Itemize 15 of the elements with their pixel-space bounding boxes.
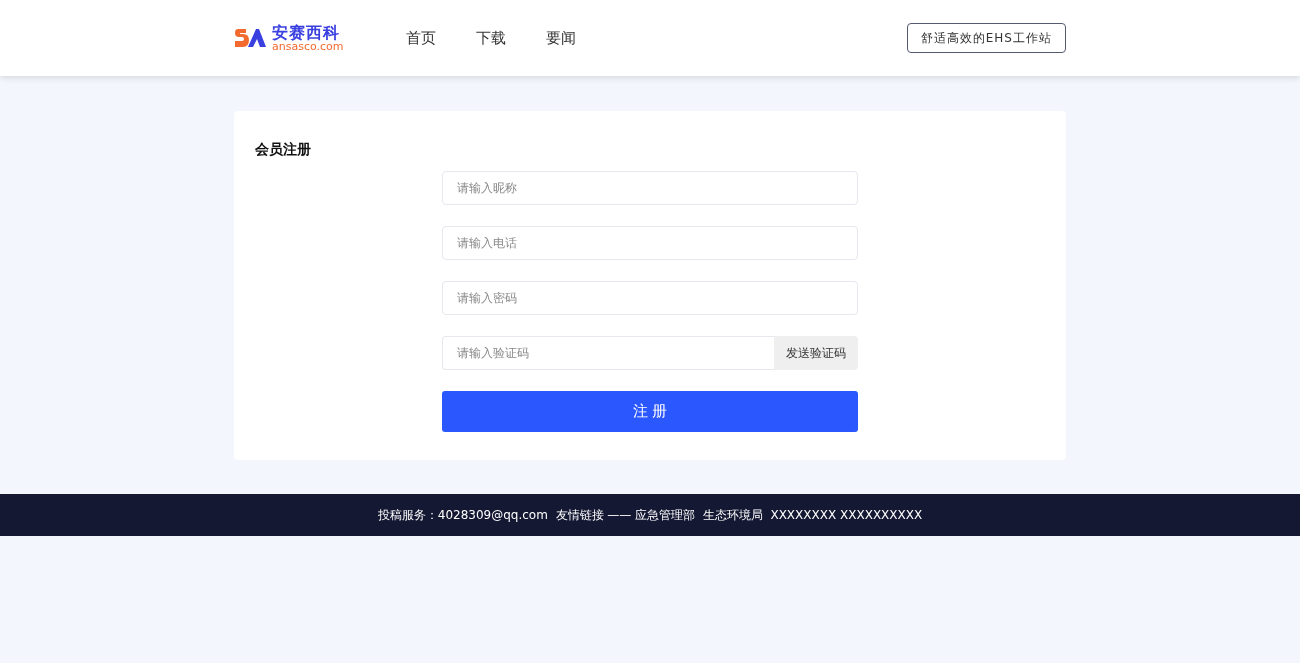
password-field[interactable]: 请输入密码 bbox=[442, 281, 858, 315]
logo-domain: ansasco.com bbox=[272, 40, 344, 52]
code-field[interactable]: 请输入验证码 bbox=[442, 336, 774, 370]
send-code-button[interactable]: 发送验证码 bbox=[774, 336, 858, 370]
logo-icon bbox=[234, 27, 266, 49]
nav-link[interactable]: 要闻 bbox=[545, 28, 576, 48]
logo-name: 安赛西科 bbox=[272, 24, 341, 41]
slogan-button[interactable]: 舒适高效的EHS工作站 bbox=[906, 23, 1066, 53]
form-title: 会员注册 bbox=[255, 141, 311, 159]
input-field[interactable]: 请输入昵称 bbox=[442, 171, 858, 205]
register-button[interactable]: 注 册 bbox=[442, 391, 858, 432]
nav-link[interactable]: 下载 bbox=[475, 28, 506, 48]
input-field[interactable]: 请输入电话 bbox=[442, 226, 858, 260]
footer-text: 投稿服务：4028309@qq.com 友情链接 —— 应急管理部 生态环境局 XXXXXXXX XXXXXXXXXX bbox=[377, 506, 923, 524]
nav-link[interactable]: 首页 bbox=[405, 28, 436, 48]
